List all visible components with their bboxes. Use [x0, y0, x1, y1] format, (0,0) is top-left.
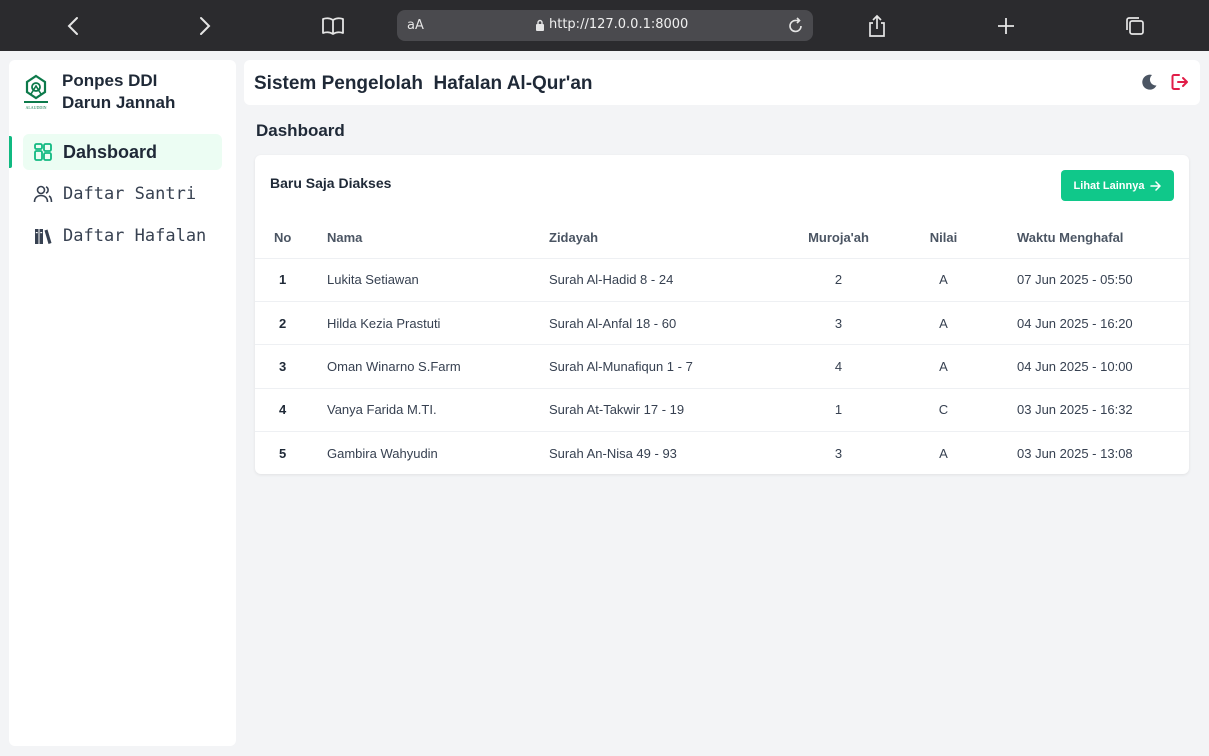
cell-nama: Oman Winarno S.Farm: [327, 344, 549, 389]
cell-nilai: A: [906, 301, 981, 346]
col-header-nilai[interactable]: Nilai: [906, 217, 981, 259]
col-header-waktu[interactable]: Waktu Menghafal: [981, 217, 1189, 259]
table-row[interactable]: 3 Oman Winarno S.Farm Surah Al-Munafiqun…: [255, 344, 1189, 389]
table-header-row: No Nama Zidayah Muroja'ah Nilai Waktu Me…: [255, 217, 1189, 259]
address-bar[interactable]: aA http://127.0.0.1:8000: [397, 10, 813, 41]
cell-no: 5: [279, 446, 287, 461]
recent-table: No Nama Zidayah Muroja'ah Nilai Waktu Me…: [255, 217, 1189, 475]
sidebar: ALAUDDIN Ponpes DDI Darun Jannah Dahsboa…: [9, 60, 236, 746]
logout-icon[interactable]: [1170, 72, 1190, 97]
reader-book-icon[interactable]: [318, 0, 348, 51]
cell-zidayah: Surah Al-Hadid 8 - 24: [549, 258, 771, 302]
cell-no: 1: [255, 258, 327, 302]
logo: ALAUDDIN: [21, 72, 51, 112]
table-row[interactable]: 1 Lukita Setiawan Surah Al-Hadid 8 - 24 …: [255, 258, 1189, 302]
sidebar-item-daftar-santri[interactable]: Daftar Santri: [23, 176, 222, 212]
table-row[interactable]: 2 Hilda Kezia Prastuti Surah Al-Anfal 18…: [255, 301, 1189, 346]
reload-icon[interactable]: [787, 15, 805, 40]
see-more-button[interactable]: Lihat Lainnya: [1061, 170, 1174, 201]
brand-name-line2: Darun Jannah: [62, 93, 176, 112]
cell-waktu: 04 Jun 2025 - 10:00: [981, 344, 1189, 389]
cell-zidayah: Surah An-Nisa 49 - 93: [549, 446, 677, 461]
sidebar-item-dashboard[interactable]: Dahsboard: [9, 134, 222, 170]
moon-icon[interactable]: [1140, 73, 1158, 96]
cell-murojaah: 4: [771, 344, 906, 389]
forward-icon[interactable]: [190, 0, 220, 51]
top-header: Sistem Pengelolah Hafalan Al-Qur'an: [244, 60, 1200, 105]
cell-zidayah: Surah Al-Anfal 18 - 60: [549, 301, 771, 346]
cell-nilai: C: [906, 388, 981, 433]
cell-nama: Vanya Farida M.TI.: [327, 388, 549, 433]
share-icon[interactable]: [862, 0, 892, 51]
arrow-right-icon: [1150, 180, 1162, 191]
col-header-zidayah[interactable]: Zidayah: [549, 217, 771, 259]
cell-waktu: 03 Jun 2025 - 16:32: [981, 388, 1189, 433]
col-header-no[interactable]: No: [255, 217, 327, 259]
cell-nilai: A: [906, 344, 981, 389]
cell-waktu: 04 Jun 2025 - 16:20: [981, 301, 1189, 346]
cell-waktu: 03 Jun 2025 - 13:08: [1017, 446, 1133, 461]
lock-icon: [536, 19, 544, 31]
cell-no: 2: [255, 301, 327, 346]
url-text: http://127.0.0.1:8000: [549, 17, 689, 32]
sidebar-item-label: Daftar Santri: [63, 184, 197, 204]
sidebar-item-label: Dahsboard: [63, 141, 158, 162]
books-icon: [33, 226, 53, 246]
card-title: Baru Saja Diakses: [270, 175, 392, 191]
col-header-nama[interactable]: Nama: [327, 217, 549, 259]
logo-caption: ALAUDDIN: [25, 105, 46, 110]
back-icon[interactable]: [58, 0, 88, 51]
col-header-murojaah[interactable]: Muroja'ah: [771, 217, 906, 259]
text-size-button[interactable]: aA: [407, 18, 424, 33]
cell-no: 4: [255, 388, 327, 433]
cell-waktu: 07 Jun 2025 - 05:50: [981, 258, 1189, 302]
users-icon: [33, 184, 53, 204]
sidebar-item-daftar-hafalan[interactable]: Daftar Hafalan: [23, 218, 222, 254]
cell-no: 3: [255, 344, 327, 389]
cell-murojaah: 1: [771, 388, 906, 433]
sidebar-item-label: Daftar Hafalan: [63, 226, 207, 246]
cell-nama: Gambira Wahyudin: [327, 446, 438, 461]
cell-zidayah: Surah At-Takwir 17 - 19: [549, 388, 771, 433]
cell-zidayah: Surah Al-Munafiqun 1 - 7: [549, 344, 771, 389]
cell-nama: Hilda Kezia Prastuti: [327, 301, 549, 346]
tabs-overview-icon[interactable]: [1120, 0, 1150, 51]
table-row[interactable]: 4 Vanya Farida M.TI. Surah At-Takwir 17 …: [255, 388, 1189, 433]
see-more-label: Lihat Lainnya: [1073, 179, 1145, 192]
app-title: Sistem Pengelolah Hafalan Al-Qur'an: [254, 73, 593, 94]
cell-nilai: A: [906, 258, 981, 302]
cell-nama: Lukita Setiawan: [327, 258, 549, 302]
cell-murojaah: 3: [834, 446, 843, 461]
cell-nilai: A: [939, 446, 948, 461]
sidebar-nav: Dahsboard Daftar Santri Daftar Hafalan: [9, 134, 236, 260]
cell-murojaah: 3: [771, 301, 906, 346]
table-row[interactable]: 5 Gambira Wahyudin Surah An-Nisa 49 - 93…: [255, 432, 1189, 475]
dashboard-grid-icon: [33, 142, 53, 162]
cell-murojaah: 2: [771, 258, 906, 302]
brand[interactable]: ALAUDDIN Ponpes DDI Darun Jannah: [21, 70, 175, 114]
new-tab-icon[interactable]: [991, 0, 1021, 51]
browser-toolbar: aA http://127.0.0.1:8000: [0, 0, 1209, 51]
page-title: Dashboard: [256, 121, 345, 140]
brand-name-line1: Ponpes DDI: [62, 71, 158, 90]
recent-access-card: Baru Saja Diakses Lihat Lainnya No Nama …: [255, 155, 1189, 474]
